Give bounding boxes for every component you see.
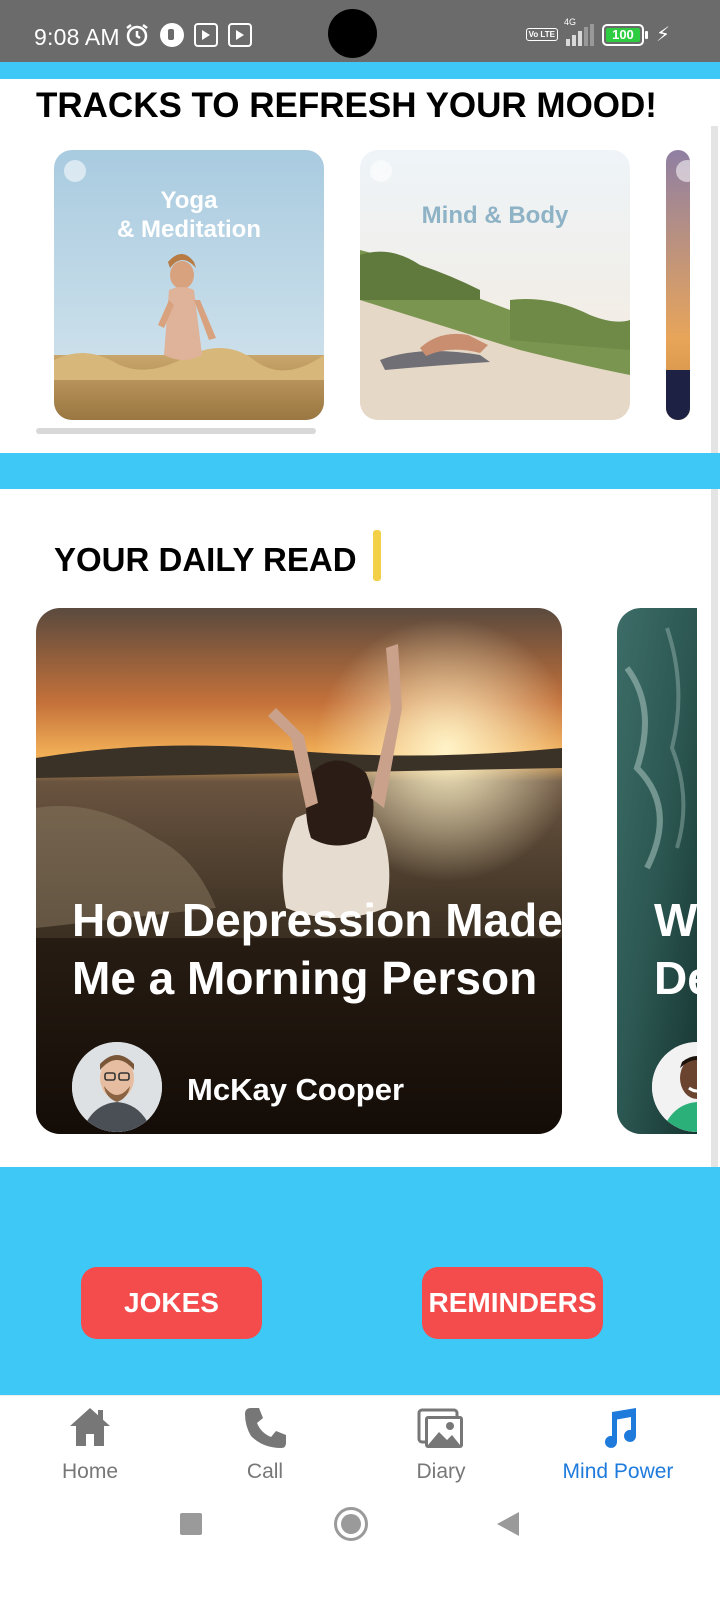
tracks-section-title: TRACKS TO REFRESH YOUR MOOD! — [36, 86, 657, 125]
signal-icon: 4G — [564, 17, 594, 46]
recents-icon[interactable] — [180, 1513, 202, 1535]
article-card[interactable]: How Depression Made Me a Morning Person … — [36, 608, 562, 1134]
mind-body-image — [360, 150, 630, 420]
media-notification-icon — [194, 23, 218, 47]
phone-icon — [245, 1408, 286, 1448]
nav-item-call[interactable]: Call — [175, 1396, 355, 1496]
spotify-logo-icon — [64, 160, 86, 182]
article-card-peek[interactable]: Wh De — [617, 608, 697, 1134]
top-accent-strip — [0, 62, 720, 79]
track-card-peek[interactable] — [666, 150, 690, 420]
sunset-image — [666, 150, 690, 420]
article-title-line1: How Depression Made — [72, 894, 562, 946]
battery-icon: 100 — [601, 23, 648, 46]
music-note-icon — [605, 1408, 636, 1448]
status-time: 9:08 AM — [34, 24, 120, 50]
back-icon[interactable] — [497, 1512, 519, 1536]
article-title-line2: De — [654, 952, 697, 1004]
article-title: How Depression Made Me a Morning Person — [72, 891, 562, 1007]
system-navigation-bar — [0, 1495, 720, 1600]
gallery-icon — [417, 1408, 463, 1448]
author-name: McKay Cooper — [187, 1072, 405, 1107]
bottom-navigation: Home Call Diary Mind Power — [0, 1395, 720, 1495]
track-card-yoga[interactable]: Yoga & Meditation — [54, 150, 324, 420]
status-bar: 9:08 AM Vo LTE 4G 100 ⚡ — [0, 0, 720, 62]
article-title: Wh De — [654, 891, 697, 1007]
notification-icons — [124, 22, 252, 48]
track-card-title: Mind & Body — [421, 202, 569, 229]
charging-icon: ⚡ — [655, 24, 670, 46]
nav-label-home: Home — [61, 1460, 119, 1483]
spotify-logo-icon — [370, 160, 392, 182]
track-card-mind-body[interactable]: Mind & Body — [360, 150, 630, 420]
track-title-line2: & Meditation — [117, 216, 261, 243]
reminders-button[interactable]: REMINDERS — [422, 1267, 603, 1339]
text-cursor — [373, 530, 381, 581]
jokes-button[interactable]: JOKES — [81, 1267, 262, 1339]
tracks-horizontal-scrollbar[interactable] — [36, 428, 316, 434]
app-notification-icon — [160, 23, 184, 47]
alarm-icon — [126, 24, 148, 47]
media-notification-icon-2 — [228, 23, 252, 47]
battery-level: 100 — [605, 27, 640, 42]
section-divider-strip — [0, 453, 720, 489]
nav-label-call: Call — [246, 1460, 284, 1483]
nav-item-diary[interactable]: Diary — [351, 1396, 531, 1496]
nav-label-diary: Diary — [416, 1460, 466, 1483]
author-avatar — [72, 1042, 162, 1132]
article-title-line1: Wh — [654, 894, 697, 946]
volte-icon: Vo LTE — [525, 28, 558, 41]
home-circle-icon[interactable] — [334, 1507, 368, 1541]
nav-item-mind-power[interactable]: Mind Power — [528, 1396, 708, 1496]
home-icon — [70, 1408, 110, 1446]
front-camera — [328, 9, 377, 58]
article-title-line2: Me a Morning Person — [72, 952, 538, 1004]
nav-item-home[interactable]: Home — [0, 1396, 180, 1496]
network-type: 4G — [563, 16, 576, 27]
track-title-line1: Yoga — [160, 187, 218, 214]
nav-label-mind-power: Mind Power — [562, 1460, 674, 1483]
system-indicators: Vo LTE 4G 100 ⚡ — [525, 17, 670, 47]
track-card-title: Yoga & Meditation — [54, 186, 324, 244]
daily-read-section-title: YOUR DAILY READ — [54, 541, 357, 578]
